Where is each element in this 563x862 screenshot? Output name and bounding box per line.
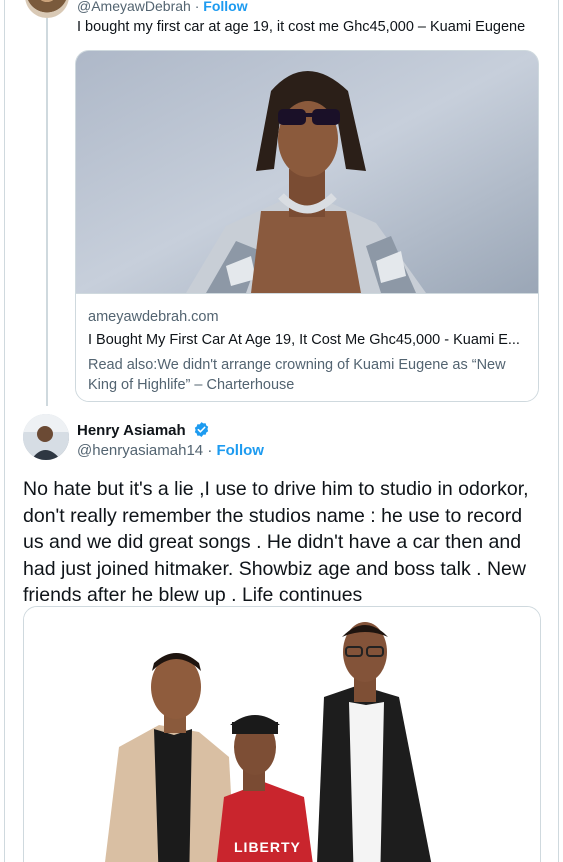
link-card-title: I Bought My First Car At Age 19, It Cost… (88, 332, 520, 348)
quoted-author-handle[interactable]: @AmeyawDebrah (77, 0, 191, 14)
tweet-thread: @AmeyawDebrah · Follow I bought my first… (4, 0, 559, 862)
quoted-follow-link[interactable]: Follow (203, 0, 247, 14)
quoted-handle-row: @AmeyawDebrah · Follow (77, 0, 248, 14)
ameyaw-avatar[interactable] (25, 0, 69, 18)
handle-separator: · (194, 0, 200, 14)
verified-badge-icon (193, 421, 210, 442)
kuami-eugene-photo (76, 51, 538, 293)
link-preview-card[interactable]: ameyawdebrah.com I Bought My First Car A… (75, 50, 539, 402)
follow-link[interactable]: Follow (216, 442, 264, 459)
henry-avatar[interactable] (23, 414, 69, 460)
tweet-text: No hate but it's a lie ,I use to drive h… (23, 478, 529, 606)
group-photo (24, 607, 540, 862)
author-handle-row: @henryasiamah14 · Follow (77, 442, 264, 459)
author-handle[interactable]: @henryasiamah14 (77, 442, 203, 459)
author-name[interactable]: Henry Asiamah (77, 422, 186, 439)
author-name-row: Henry Asiamah (77, 421, 210, 442)
link-card-image (76, 51, 538, 293)
thread-connector-line (46, 18, 48, 406)
link-card-domain: ameyawdebrah.com (88, 309, 219, 325)
handle-separator: · (207, 442, 213, 459)
link-card-meta: ameyawdebrah.com I Bought My First Car A… (76, 293, 538, 401)
avatar-image (23, 414, 69, 460)
jersey-text: LIBERTY (234, 839, 301, 855)
tweet-media-photo[interactable]: LIBERTY (23, 606, 541, 862)
quoted-tweet-text: I bought my first car at age 19, it cost… (77, 19, 526, 35)
link-card-description: Read also:We didn't arrange crowning of … (88, 357, 506, 393)
